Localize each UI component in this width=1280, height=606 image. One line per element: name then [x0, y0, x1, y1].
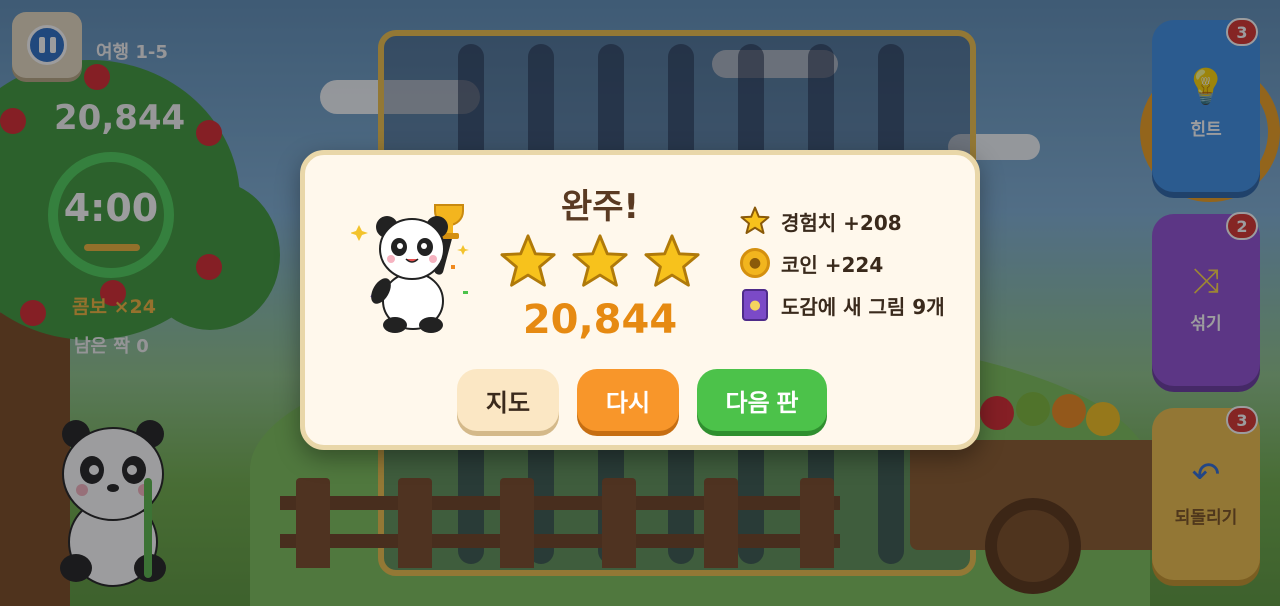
star-icon [500, 234, 556, 287]
reward-album: ● 도감에 새 그림 9개 [739, 285, 945, 325]
reward-coin: ● 코인 +224 [739, 243, 945, 283]
coin-icon: ● [739, 247, 771, 279]
reward-album-text: 도감에 새 그림 9개 [781, 294, 945, 319]
star-icon [572, 234, 628, 287]
reward-coin-text: 코인 +224 [781, 252, 884, 277]
retry-button[interactable]: 다시 [577, 369, 679, 431]
album-book-icon: ● [739, 289, 771, 321]
result-dialog: 완주! 20,844 경험치 +208 ● 코인 +224 ● 도감에 새 그림… [300, 150, 980, 450]
reward-xp-text: 경험치 +208 [781, 210, 902, 235]
map-button[interactable]: 지도 [457, 369, 559, 431]
next-level-button[interactable]: 다음 판 [697, 369, 827, 431]
star-rating [499, 233, 701, 291]
rewards-list: 경험치 +208 ● 코인 +224 ● 도감에 새 그림 9개 [739, 201, 945, 327]
reward-xp: 경험치 +208 [739, 201, 945, 241]
star-icon [644, 234, 700, 287]
star-icon [739, 205, 771, 237]
